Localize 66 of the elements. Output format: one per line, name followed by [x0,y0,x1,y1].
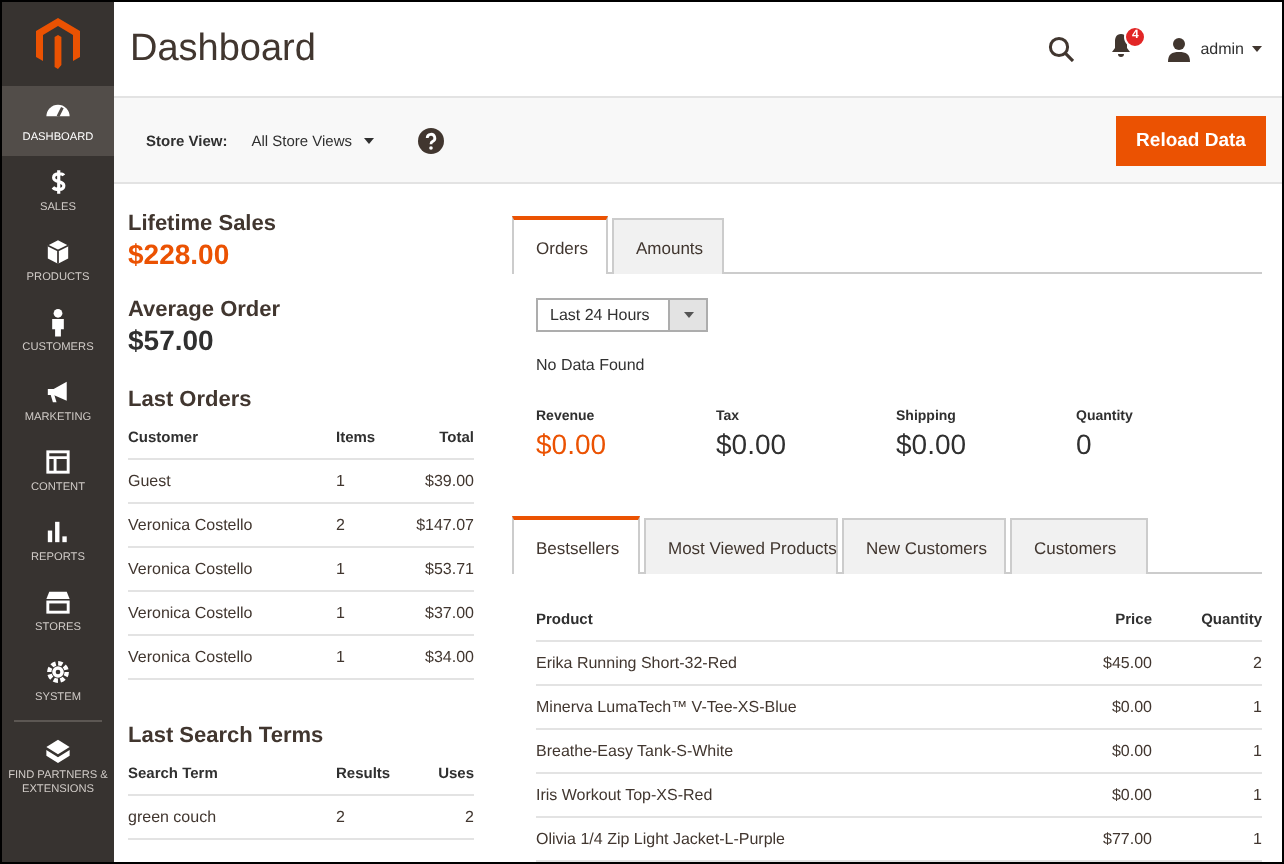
table-cell: Olivia 1/4 Zip Light Jacket-L-Purple [536,817,1032,861]
table-cell: 1 [336,547,410,591]
search-icon[interactable] [1048,36,1075,63]
table-cell: Breathe-Easy Tank-S-White [536,729,1032,773]
table-cell: 2 [336,795,410,839]
table-cell: $45.00 [1032,641,1152,685]
period-select[interactable]: Last 24 Hours [536,298,708,332]
logo-icon[interactable] [36,18,80,70]
tab[interactable]: Amounts [612,218,724,274]
caret-icon [1252,46,1262,53]
table-cell: $39.00 [410,459,474,503]
total-value: $0.00 [536,428,609,460]
table-cell: 1 [336,591,410,635]
stat-label: Average Order [128,298,283,322]
table-cell: Veronica Costello [128,503,336,547]
table-cell: 1 [1152,773,1262,817]
tab[interactable]: Bestsellers [512,516,640,574]
user-icon [1168,37,1191,62]
reload-data-button[interactable]: Reload Data [1116,115,1266,166]
table-cell: 2 [410,795,474,839]
total-value: $0.00 [896,428,969,460]
gear-icon [42,656,74,688]
table-cell: 1 [1152,817,1262,861]
storefront-icon [42,586,74,618]
table-cell: 1 [336,635,410,679]
empty-message: No Data Found [536,356,647,374]
table-cell: $0.00 [1032,773,1152,817]
table-cell: $0.00 [1032,729,1152,773]
table-cell: $53.71 [410,547,474,591]
total-value: 0 [1076,428,1094,460]
caret-icon [683,312,693,318]
section-title: Last Search Terms [128,724,326,748]
table-cell: Iris Workout Top-XS-Red [536,773,1032,817]
user-menu[interactable]: admin [1168,37,1262,62]
tab[interactable]: Most Viewed Products [644,518,838,574]
table-cell: $37.00 [410,591,474,635]
stat-value: $228.00 [128,238,232,270]
tab[interactable]: New Customers [842,518,1006,574]
tab[interactable]: Orders [512,216,608,274]
table-cell: $77.00 [1032,817,1152,861]
stat-label: Lifetime Sales [128,212,278,236]
table-cell: 1 [1152,685,1262,729]
section-title: Last Orders [128,388,254,412]
table-cell: $0.00 [1032,685,1152,729]
stat-value: $57.00 [128,324,216,356]
table-cell: green couch [128,795,336,839]
table-cell: Guest [128,459,336,503]
table-cell: $147.07 [410,503,474,547]
box-icon [42,236,74,268]
layout-icon [42,446,74,478]
tab[interactable]: Customers [1010,518,1148,574]
table-cell: Erika Running Short-32-Red [536,641,1032,685]
table-cell: 1 [1152,729,1262,773]
table-cell: 2 [1152,641,1262,685]
table-cell: $34.00 [410,635,474,679]
help-icon[interactable] [418,127,445,154]
bell-icon[interactable] [1110,31,1133,58]
table-cell: Minerva LumaTech™ V-Tee-XS-Blue [536,685,1032,729]
table-cell: 1 [336,459,410,503]
table-cell: Veronica Costello [128,635,336,679]
total-value: $0.00 [716,428,789,460]
caret-icon [364,137,375,144]
table-cell: Veronica Costello [128,591,336,635]
page-title: Dashboard [130,27,318,72]
table-cell: Veronica Costello [128,547,336,591]
table-cell: 2 [336,503,410,547]
